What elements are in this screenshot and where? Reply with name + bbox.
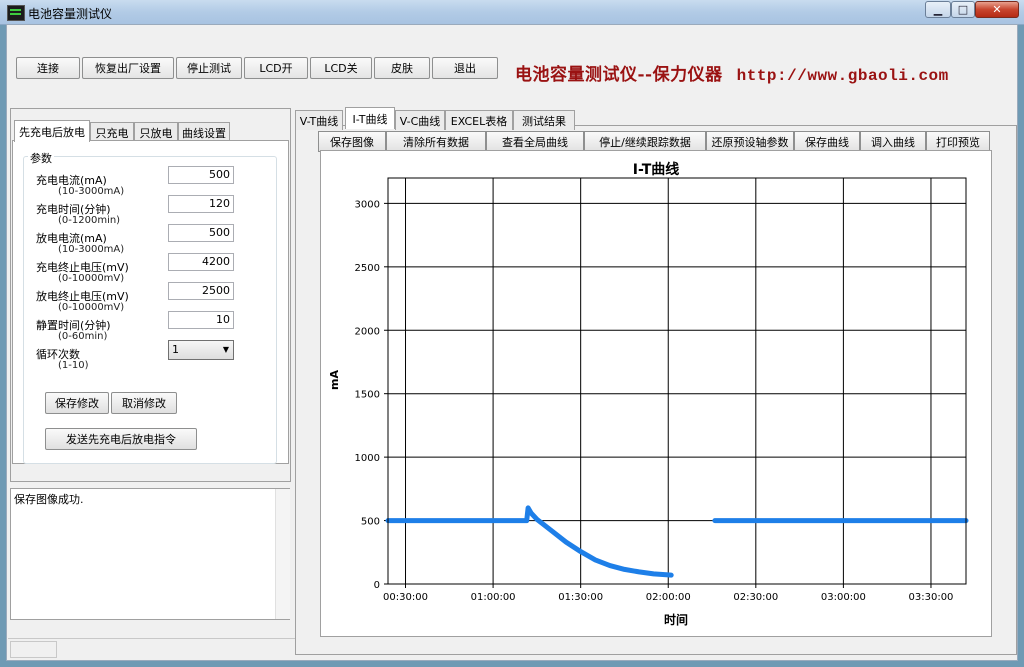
log-message: 保存图像成功.: [14, 493, 84, 506]
tab-charge-then-discharge[interactable]: 先充电后放电: [14, 120, 90, 142]
stop-test-button[interactable]: 停止测试: [176, 57, 242, 79]
log-box[interactable]: [10, 488, 290, 620]
discharge-cutoff-voltage-hint: (0-10000mV): [58, 302, 125, 313]
status-segment: [10, 641, 57, 658]
charge-time-input[interactable]: 120: [168, 195, 234, 213]
pause-resume-tracking-button[interactable]: 停止/继续跟踪数据: [584, 131, 706, 152]
battery-app-icon: [7, 5, 25, 21]
lcd-on-button[interactable]: LCD开: [244, 57, 308, 79]
minimize-button[interactable]: ▁: [925, 1, 951, 18]
tab-vt-curve[interactable]: V-T曲线: [295, 110, 343, 130]
tab-discharge-only[interactable]: 只放电: [134, 122, 178, 142]
cycle-count-select[interactable]: 1 ▼: [168, 340, 234, 360]
save-params-button[interactable]: 保存修改: [45, 392, 109, 414]
save-curve-button[interactable]: 保存曲线: [794, 131, 860, 152]
charge-time-hint: (0-1200min): [58, 215, 121, 226]
params-group-title: 参数: [28, 150, 54, 166]
discharge-cutoff-voltage-input[interactable]: 2500: [168, 282, 234, 300]
chart-title: I-T曲线: [633, 161, 680, 178]
y-tick-label: 500: [361, 517, 380, 528]
tab-test-results[interactable]: 测试结果: [513, 110, 575, 130]
x-tick-label: 01:00:00: [471, 592, 516, 603]
brand-banner: 电池容量测试仪--保力仪器 http://www.gbaoli.com: [515, 60, 949, 85]
tab-excel-table[interactable]: EXCEL表格: [445, 110, 513, 130]
tab-it-curve[interactable]: I-T曲线: [345, 107, 395, 129]
y-tick-label: 0: [374, 580, 380, 591]
view-global-curve-button[interactable]: 查看全局曲线: [486, 131, 584, 152]
factory-reset-button[interactable]: 恢复出厂设置: [82, 57, 174, 79]
x-tick-label: 03:30:00: [909, 592, 954, 603]
brand-title: 电池容量测试仪--保力仪器: [515, 65, 723, 85]
exit-button[interactable]: 退出: [432, 57, 498, 79]
rest-time-hint: (0-60min): [58, 331, 108, 342]
charge-current-input[interactable]: 500: [168, 166, 234, 184]
clear-data-button[interactable]: 清除所有数据: [386, 131, 486, 152]
send-command-button[interactable]: 发送先充电后放电指令: [45, 428, 197, 450]
y-tick-label: 1500: [355, 390, 380, 401]
chart-ticks: 0 500 1000 1500 2000 2500 3000 00:30:00 01:00:00…: [355, 199, 954, 603]
skin-button[interactable]: 皮肤: [374, 57, 430, 79]
discharge-current-hint: (10-3000mA): [58, 244, 125, 255]
it-curve-chart: I-T曲线 0 500 1000 1500 2000 2500 3000 00:30:00 01…: [328, 161, 969, 627]
maximize-button[interactable]: □: [951, 1, 975, 18]
series-line: [385, 505, 674, 578]
x-tick-label: 03:00:00: [821, 592, 866, 603]
print-preview-button[interactable]: 打印预览: [926, 131, 990, 152]
chevron-down-icon: ▼: [222, 345, 229, 354]
save-image-button[interactable]: 保存图像: [318, 131, 386, 152]
x-tick-label: 02:00:00: [646, 592, 691, 603]
title-bar[interactable]: [0, 0, 1024, 25]
cycle-count-value: 1: [172, 343, 179, 356]
restore-axis-button[interactable]: 还原预设轴参数: [706, 131, 794, 152]
log-scrollbar[interactable]: [275, 489, 290, 619]
tab-curve-settings[interactable]: 曲线设置: [178, 122, 230, 142]
y-axis-label: mA: [328, 370, 341, 390]
brand-url: http://www.gbaoli.com: [736, 67, 949, 85]
connect-button[interactable]: 连接: [16, 57, 80, 79]
cancel-params-button[interactable]: 取消修改: [111, 392, 177, 414]
x-tick-label: 02:30:00: [733, 592, 778, 603]
x-axis-label: 时间: [664, 612, 688, 627]
charge-cutoff-voltage-input[interactable]: 4200: [168, 253, 234, 271]
load-curve-button[interactable]: 调入曲线: [860, 131, 926, 152]
y-tick-label: 3000: [355, 199, 380, 210]
discharge-current-input[interactable]: 500: [168, 224, 234, 242]
y-tick-label: 2500: [355, 263, 380, 274]
cycle-count-hint: (1-10): [58, 360, 89, 371]
charge-cutoff-voltage-hint: (0-10000mV): [58, 273, 125, 284]
close-button[interactable]: ✕: [975, 1, 1019, 18]
rest-time-input[interactable]: 10: [168, 311, 234, 329]
lcd-off-button[interactable]: LCD关: [310, 57, 372, 79]
tab-vc-curve[interactable]: V-C曲线: [395, 110, 445, 130]
window-title: 电池容量测试仪: [28, 7, 113, 21]
charge-current-hint: (10-3000mA): [58, 186, 125, 197]
x-tick-label: 00:30:00: [383, 592, 428, 603]
chart-series: [385, 505, 969, 578]
tab-charge-only[interactable]: 只充电: [90, 122, 134, 142]
x-tick-label: 01:30:00: [558, 592, 603, 603]
y-tick-label: 2000: [355, 326, 380, 337]
y-tick-label: 1000: [355, 453, 380, 464]
